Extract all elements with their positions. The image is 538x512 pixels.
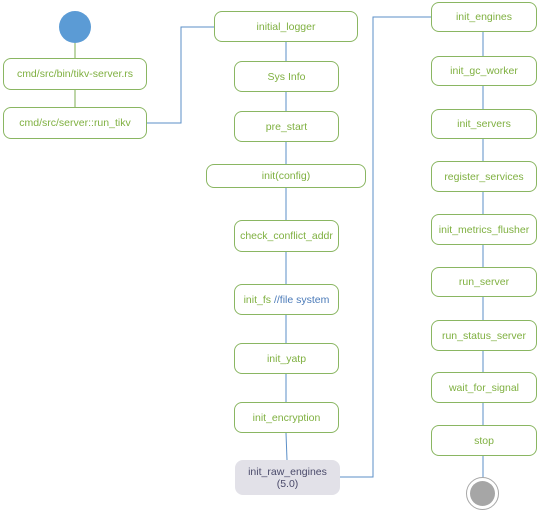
node-version: (5.0) xyxy=(276,477,299,490)
node-label: wait_for_signal xyxy=(448,381,520,394)
node-label: check_conflict_addr xyxy=(240,230,333,242)
node-label: run_status_server xyxy=(441,329,527,342)
node-init-raw-engines[interactable]: init_raw_engines (5.0) xyxy=(235,460,340,495)
node-check-conflict-addr[interactable]: check_conflict_addr xyxy=(234,220,339,252)
node-init-servers[interactable]: init_servers xyxy=(431,109,537,139)
node-init-encryption[interactable]: init_encryption xyxy=(234,402,339,433)
node-init-engines[interactable]: init_engines xyxy=(431,2,537,32)
node-wait-for-signal[interactable]: wait_for_signal xyxy=(431,372,537,403)
node-label: initial_logger xyxy=(256,20,316,33)
node-tikv-server-rs[interactable]: cmd/src/bin/tikv-server.rs xyxy=(3,58,147,90)
node-run-server[interactable]: run_server xyxy=(431,267,537,297)
node-label: init_fs xyxy=(243,293,272,306)
node-stop[interactable]: stop xyxy=(431,425,537,456)
node-label: init_engines xyxy=(455,11,513,23)
end-node-inner xyxy=(470,481,495,506)
node-sys-info[interactable]: Sys Info xyxy=(234,61,339,92)
node-label: run_server xyxy=(458,276,510,288)
connector xyxy=(285,432,288,461)
node-label: register_services xyxy=(444,170,524,183)
connector xyxy=(340,16,431,478)
node-label: cmd/src/server::run_tikv xyxy=(19,117,131,129)
connector xyxy=(147,26,214,124)
node-initial-logger[interactable]: initial_logger xyxy=(214,11,358,42)
node-run-status-server[interactable]: run_status_server xyxy=(431,320,537,351)
node-label: stop xyxy=(474,434,494,447)
node-run-tikv[interactable]: cmd/src/server::run_tikv xyxy=(3,107,147,139)
end-node xyxy=(466,477,499,510)
node-register-services[interactable]: register_services xyxy=(431,161,537,192)
node-label: init_raw_engines xyxy=(248,465,327,478)
node-label: init_yatp xyxy=(266,352,307,365)
node-init-yatp[interactable]: init_yatp xyxy=(234,343,339,374)
node-label: pre_start xyxy=(265,120,308,133)
node-label: init_metrics_flusher xyxy=(438,223,530,236)
start-node xyxy=(59,11,91,43)
node-label: init(config) xyxy=(261,170,311,182)
node-label: cmd/src/bin/tikv-server.rs xyxy=(16,68,134,80)
node-comment: //file system xyxy=(271,293,330,306)
node-label: Sys Info xyxy=(267,70,306,83)
node-init-config[interactable]: init(config) xyxy=(206,164,366,188)
node-init-fs[interactable]: init_fs //file system xyxy=(234,284,339,315)
node-init-metrics-flusher[interactable]: init_metrics_flusher xyxy=(431,214,537,245)
node-label: init_servers xyxy=(457,118,511,130)
node-init-gc-worker[interactable]: init_gc_worker xyxy=(431,56,537,86)
node-pre-start[interactable]: pre_start xyxy=(234,111,339,142)
node-label: init_encryption xyxy=(252,411,321,424)
node-label: init_gc_worker xyxy=(450,65,518,77)
